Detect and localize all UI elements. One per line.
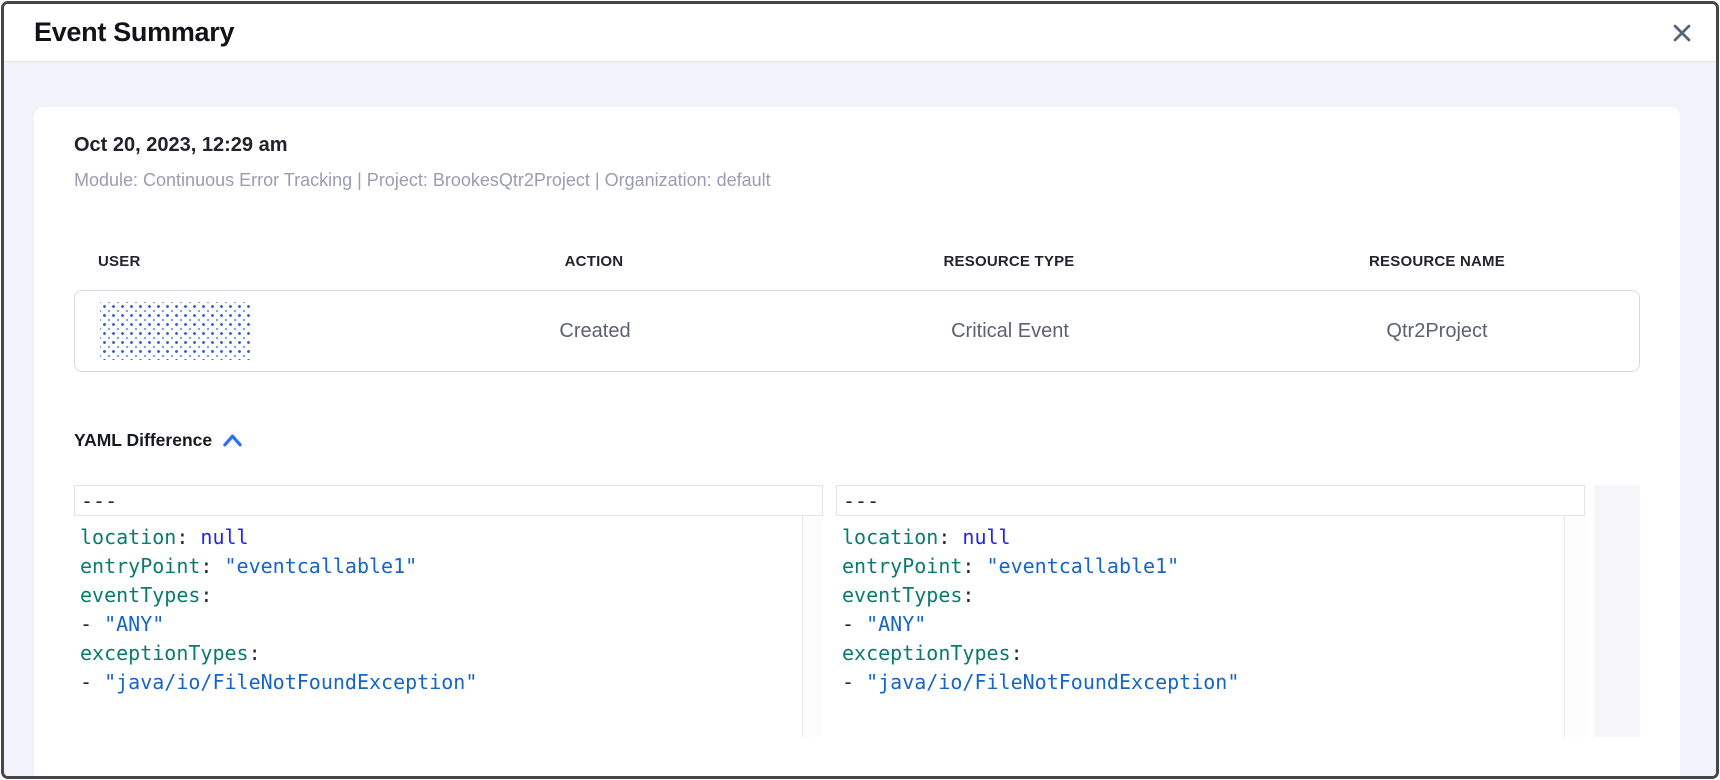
code-line: - "java/io/FileNotFoundException" — [80, 668, 823, 697]
yaml-first-line: --- — [836, 485, 1585, 516]
code-line: location: null — [80, 523, 823, 552]
event-timestamp: Oct 20, 2023, 12:29 am — [74, 134, 1640, 157]
event-card: Oct 20, 2023, 12:29 am Module: Continuou… — [34, 107, 1680, 779]
action-cell: Created — [405, 320, 785, 343]
user-redacted-pattern — [100, 302, 252, 360]
column-header-resource-name: RESOURCE NAME — [1234, 253, 1640, 270]
code-line: eventTypes: — [842, 581, 1585, 610]
column-header-user: USER — [74, 253, 404, 270]
chevron-up-icon — [223, 434, 242, 447]
modal-title: Event Summary — [34, 17, 1664, 48]
code-line: - "ANY" — [842, 610, 1585, 639]
event-meta: Module: Continuous Error Tracking | Proj… — [74, 170, 1640, 191]
code-line: location: null — [842, 523, 1585, 552]
yaml-difference-label: YAML Difference — [74, 430, 212, 451]
yaml-panel-left[interactable]: ---location: nullentryPoint: "eventcalla… — [74, 485, 823, 737]
code-line: exceptionTypes: — [842, 639, 1585, 668]
yaml-first-line: --- — [74, 485, 823, 516]
code-line: entryPoint: "eventcallable1" — [842, 552, 1585, 581]
close-icon — [1672, 23, 1692, 43]
resource-type-cell: Critical Event — [785, 320, 1235, 343]
event-summary-modal: Event Summary Oct 20, 2023, 12:29 am Mod… — [1, 1, 1719, 779]
code-line: - "java/io/FileNotFoundException" — [842, 668, 1585, 697]
yaml-diff-container: ---location: nullentryPoint: "eventcalla… — [74, 485, 1640, 737]
close-button[interactable] — [1664, 15, 1700, 51]
code-line: entryPoint: "eventcallable1" — [80, 552, 823, 581]
yaml-code: location: nullentryPoint: "eventcallable… — [836, 516, 1585, 697]
panel-scrollbar[interactable] — [1564, 516, 1585, 737]
yaml-panel-right[interactable]: ---location: nullentryPoint: "eventcalla… — [836, 485, 1585, 737]
code-line: - "ANY" — [80, 610, 823, 639]
table-row: Created Critical Event Qtr2Project — [74, 290, 1640, 372]
modal-header: Event Summary — [4, 4, 1716, 62]
panel-scrollbar[interactable] — [802, 516, 823, 737]
code-line: eventTypes: — [80, 581, 823, 610]
column-header-action: ACTION — [404, 253, 784, 270]
yaml-difference-toggle[interactable]: YAML Difference — [74, 430, 242, 451]
modal-body: Oct 20, 2023, 12:29 am Module: Continuou… — [4, 62, 1716, 776]
table-header-row: USERACTIONRESOURCE TYPERESOURCE NAME — [74, 253, 1640, 270]
resource-name-cell: Qtr2Project — [1235, 320, 1639, 343]
code-line: exceptionTypes: — [80, 639, 823, 668]
user-cell — [75, 302, 405, 360]
column-header-resource-type: RESOURCE TYPE — [784, 253, 1234, 270]
yaml-code: location: nullentryPoint: "eventcallable… — [74, 516, 823, 697]
diff-outer-scrollbar[interactable] — [1594, 485, 1640, 737]
